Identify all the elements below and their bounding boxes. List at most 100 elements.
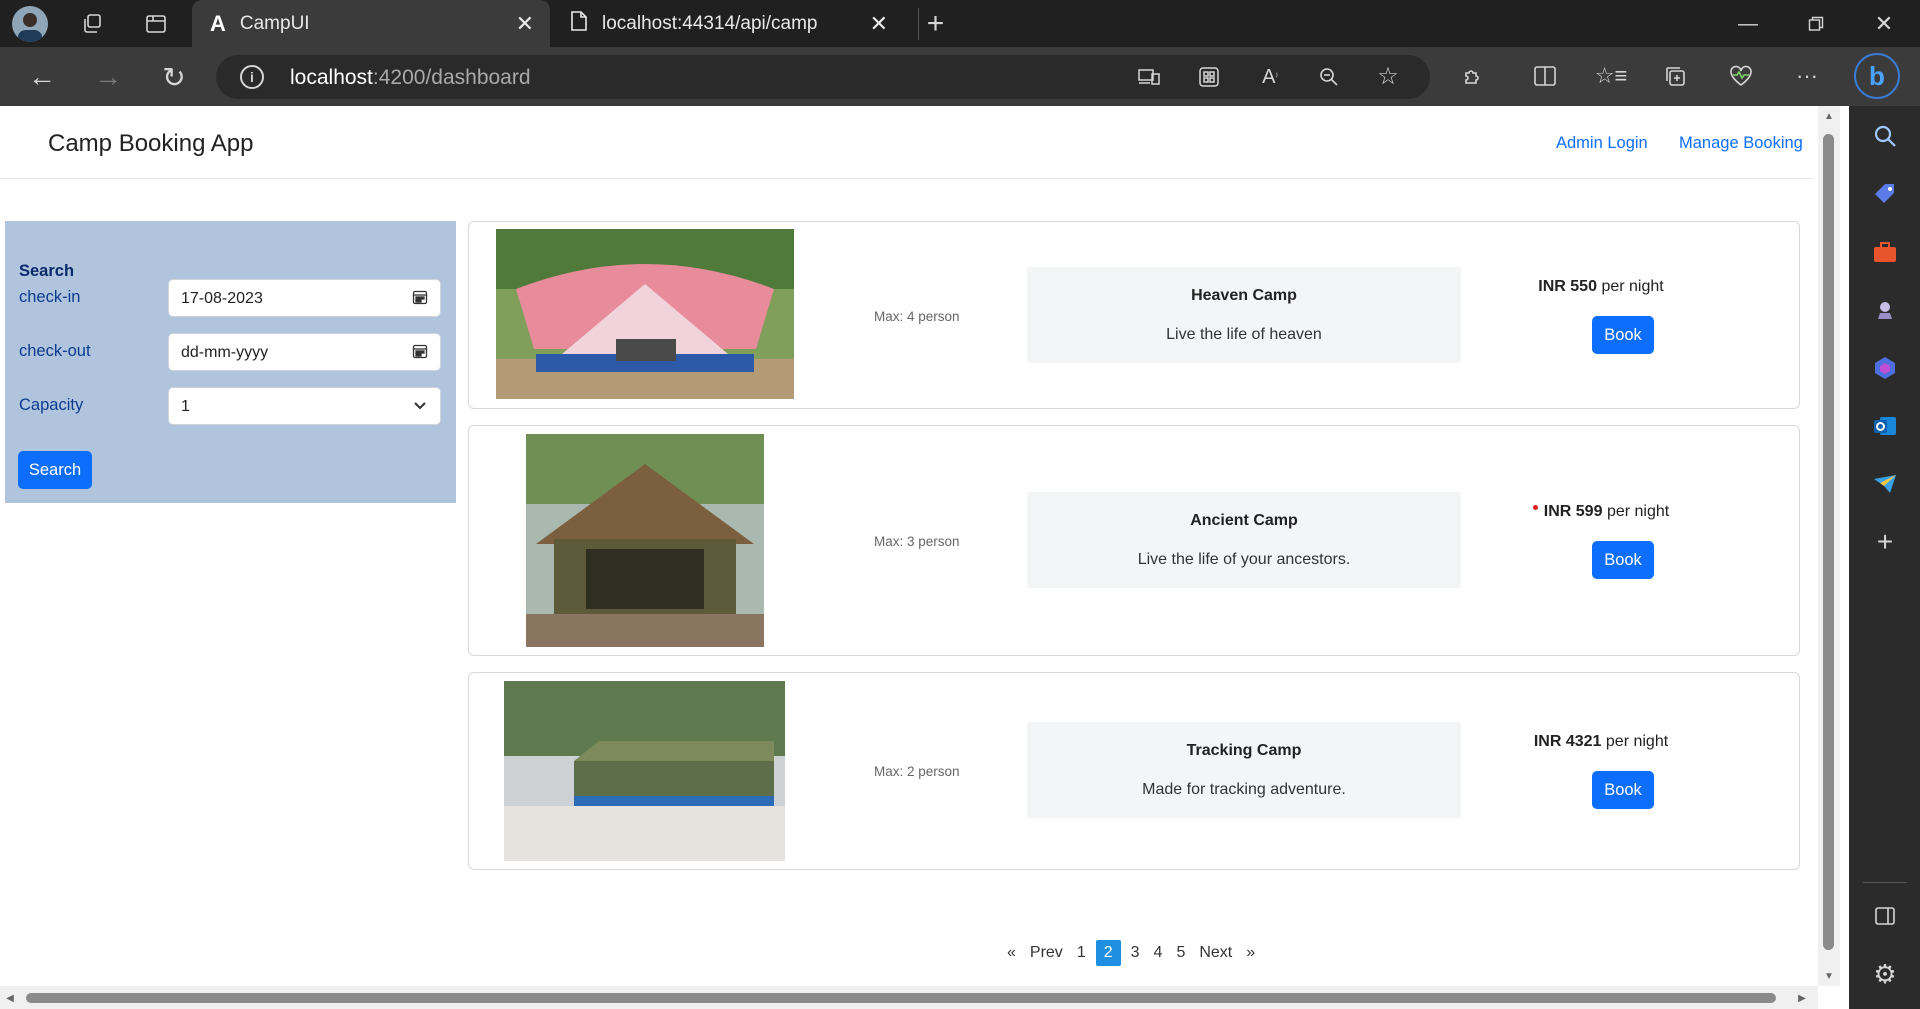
minimize-icon[interactable]: — xyxy=(1728,8,1768,40)
price-amount: INR 599 xyxy=(1543,503,1603,520)
chevron-down-icon xyxy=(414,402,426,410)
camp-description: Live the life of your ancestors. xyxy=(1137,551,1351,568)
outlook-icon[interactable] xyxy=(1869,410,1901,442)
forward-icon[interactable]: → xyxy=(88,59,128,95)
admin-login-link[interactable]: Admin Login xyxy=(1556,134,1648,153)
app-brand[interactable]: Camp Booking App xyxy=(48,130,253,158)
camp-description: Live the life of heaven xyxy=(1166,326,1322,343)
scroll-up-icon[interactable]: ▲ xyxy=(1823,110,1835,122)
camp-price: INR 550 per night xyxy=(1501,278,1701,296)
book-button[interactable]: Book xyxy=(1592,771,1654,809)
search-button[interactable]: Search xyxy=(18,451,92,489)
profile-avatar[interactable] xyxy=(12,6,48,42)
shopping-tag-icon[interactable] xyxy=(1869,178,1901,210)
browser-toolbar: ← → ↻ i localhost:4200/dashboard A ⁾ ☆ ☆≡… xyxy=(0,47,1920,106)
tab-api-camp[interactable]: localhost:44314/api/camp ✕ xyxy=(556,0,904,47)
workspaces-icon[interactable] xyxy=(76,8,108,40)
tab-actions-icon[interactable] xyxy=(140,8,172,40)
qr-grid-icon[interactable] xyxy=(1196,65,1222,89)
price-unit: per night xyxy=(1605,733,1669,750)
add-sidebar-app-icon[interactable]: + xyxy=(1869,526,1901,558)
refresh-icon[interactable]: ↻ xyxy=(154,59,194,95)
checkin-date-input[interactable]: 17-08-2023 xyxy=(168,279,441,317)
page-link-4[interactable]: 4 xyxy=(1154,944,1163,962)
tab-campui[interactable]: A CampUI ✕ xyxy=(192,0,550,47)
book-button[interactable]: Book xyxy=(1592,316,1654,354)
url-host: localhost xyxy=(290,66,373,89)
split-screen-icon[interactable] xyxy=(1530,61,1560,91)
favorite-star-icon[interactable]: ☆ xyxy=(1374,63,1402,90)
next-page-link[interactable]: Next xyxy=(1199,944,1232,962)
camp-price: INR 599 per night xyxy=(1501,503,1701,521)
favorites-icon[interactable]: ☆≡ xyxy=(1595,61,1628,91)
camp-description: Made for tracking adventure. xyxy=(1142,781,1346,798)
url-path: :4200/dashboard xyxy=(372,66,531,89)
tab-title: localhost:44314/api/camp xyxy=(602,12,818,34)
horizontal-scrollbar[interactable]: ◀ ▶ xyxy=(0,986,1818,1009)
camp-max-capacity: Max: 3 person xyxy=(874,534,960,549)
edge-sidebar: + ⚙ xyxy=(1849,106,1920,1009)
performance-icon[interactable] xyxy=(1726,61,1756,91)
page-link-2-current[interactable]: 2 xyxy=(1095,940,1121,966)
checkout-date-input[interactable]: dd-mm-yyyy xyxy=(168,333,441,371)
calendar-icon[interactable] xyxy=(412,289,428,305)
games-icon[interactable] xyxy=(1869,294,1901,326)
price-amount: INR 4321 xyxy=(1533,733,1602,750)
price-unit: per night xyxy=(1601,278,1664,295)
zoom-out-icon[interactable] xyxy=(1316,65,1342,89)
app-available-icon[interactable] xyxy=(1136,65,1162,89)
new-tab-icon[interactable]: + xyxy=(918,7,952,40)
close-window-icon[interactable]: ✕ xyxy=(1864,8,1904,40)
restore-icon[interactable] xyxy=(1796,8,1836,40)
scroll-down-icon[interactable]: ▼ xyxy=(1823,970,1835,982)
more-menu-icon[interactable]: ··· xyxy=(1792,61,1822,91)
page-link-5[interactable]: 5 xyxy=(1176,944,1185,962)
back-icon[interactable]: ← xyxy=(22,59,62,95)
hide-sidebar-icon[interactable] xyxy=(1869,900,1901,932)
capacity-label: Capacity xyxy=(19,396,84,414)
page-link-3[interactable]: 3 xyxy=(1131,944,1140,962)
bing-copilot-icon[interactable]: b xyxy=(1854,53,1900,99)
collections-icon[interactable] xyxy=(1660,61,1690,91)
camp-name: Tracking Camp xyxy=(1186,742,1302,759)
camp-max-capacity: Max: 2 person xyxy=(874,764,960,779)
page-viewport: Camp Booking App Admin Login Manage Book… xyxy=(0,106,1849,1009)
extensions-icon[interactable] xyxy=(1458,61,1488,91)
vertical-scroll-thumb[interactable] xyxy=(1823,134,1834,950)
scroll-left-icon[interactable]: ◀ xyxy=(4,992,16,1004)
scroll-right-icon[interactable]: ▶ xyxy=(1796,992,1808,1004)
copilot-icon[interactable] xyxy=(1869,352,1901,384)
tools-briefcase-icon[interactable] xyxy=(1869,236,1901,268)
close-tab-icon[interactable]: ✕ xyxy=(516,11,534,37)
address-bar[interactable]: i localhost:4200/dashboard A ⁾ ☆ xyxy=(216,55,1430,99)
browser-tab-strip: A CampUI ✕ localhost:44314/api/camp ✕ + … xyxy=(0,0,1920,47)
camp-card: Max: 3 person Ancient Camp Live the life… xyxy=(468,425,1800,656)
send-telegram-icon[interactable] xyxy=(1869,468,1901,500)
angular-icon: A xyxy=(210,10,226,36)
page-link-1[interactable]: 1 xyxy=(1077,944,1086,962)
search-icon[interactable] xyxy=(1869,120,1901,152)
prev-arrow[interactable]: « xyxy=(1007,944,1016,962)
horizontal-scroll-thumb[interactable] xyxy=(26,993,1776,1003)
checkout-label: check-out xyxy=(19,342,91,360)
camp-image xyxy=(504,681,785,861)
price-amount: INR 550 xyxy=(1538,278,1597,295)
next-arrow[interactable]: » xyxy=(1246,944,1255,962)
capacity-value: 1 xyxy=(181,398,190,415)
checkout-placeholder: dd-mm-yyyy xyxy=(181,344,269,361)
camp-price: INR 4321 per night xyxy=(1501,733,1701,751)
app-navbar: Camp Booking App Admin Login Manage Book… xyxy=(0,106,1813,179)
prev-page-link[interactable]: Prev xyxy=(1030,944,1063,962)
manage-booking-link[interactable]: Manage Booking xyxy=(1679,134,1803,153)
close-tab-icon[interactable]: ✕ xyxy=(870,11,888,37)
settings-gear-icon[interactable]: ⚙ xyxy=(1869,958,1901,990)
vertical-scrollbar[interactable]: ▲ ▼ xyxy=(1818,106,1840,986)
camp-info-box: Heaven Camp Live the life of heaven xyxy=(1027,267,1461,363)
camp-name: Ancient Camp xyxy=(1190,512,1298,529)
book-button[interactable]: Book xyxy=(1592,541,1654,579)
calendar-icon[interactable] xyxy=(412,343,428,359)
read-aloud-icon[interactable]: A ⁾ xyxy=(1256,65,1284,89)
site-info-icon[interactable]: i xyxy=(240,65,264,89)
capacity-select[interactable]: 1 xyxy=(168,387,441,425)
camp-name: Heaven Camp xyxy=(1191,287,1297,304)
